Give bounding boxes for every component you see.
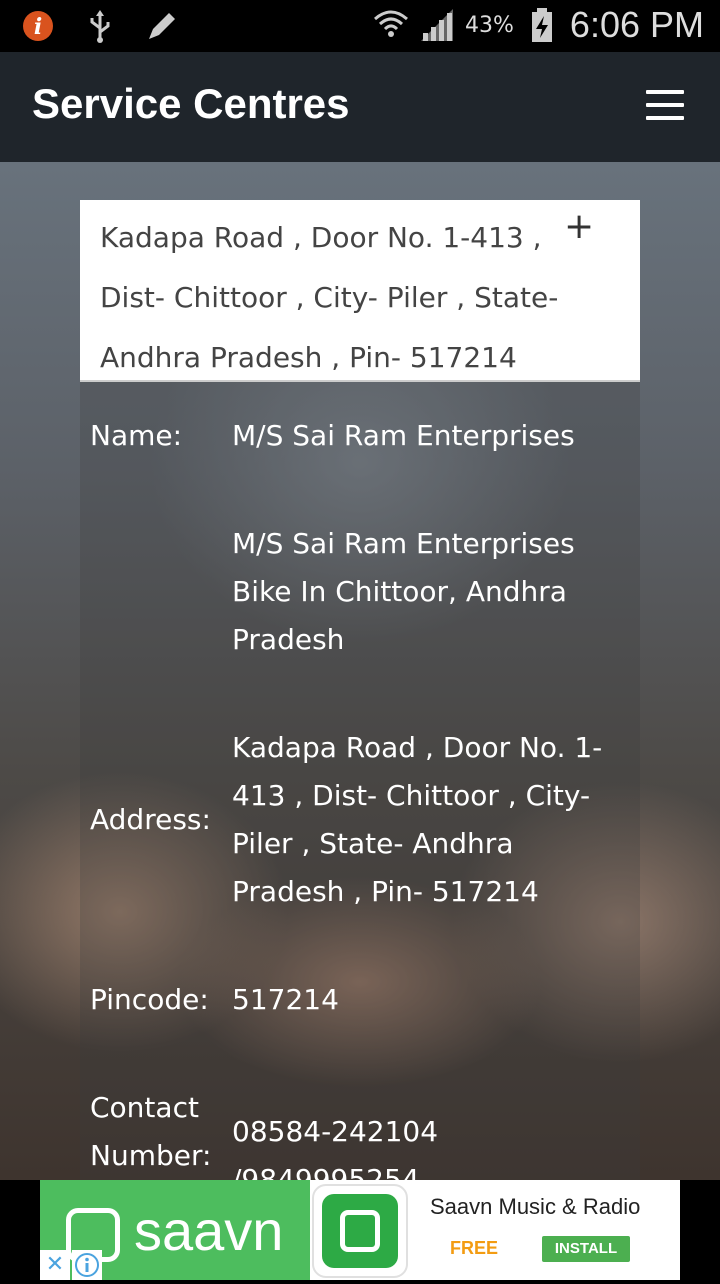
hamburger-menu-icon[interactable] <box>646 90 684 120</box>
ad-price: FREE <box>450 1238 499 1258</box>
accordion-header-text: Kadapa Road , Door No. 1-413 , Dist- Chi… <box>100 221 559 374</box>
ad-info-icon[interactable] <box>72 1250 102 1280</box>
ad-banner: saavn Saavn Music & Radio FREE INSTALL <box>0 1180 720 1280</box>
clock: 6:06 PM <box>569 4 704 45</box>
service-centre-accordion-header[interactable]: Kadapa Road , Door No. 1-413 , Dist- Chi… <box>80 200 640 382</box>
page-title: Service Centres <box>32 80 350 127</box>
pincode-label: Pincode: <box>90 983 209 1016</box>
address-label: Address: <box>90 803 211 836</box>
ad-brand-text: saavn <box>134 1199 284 1262</box>
wifi-icon <box>373 5 409 45</box>
description-value: M/S Sai Ram Enterprises Bike In Chittoor… <box>232 527 575 656</box>
ad-close-icon[interactable]: ✕ <box>40 1250 70 1280</box>
battery-charging-icon <box>524 5 560 45</box>
expand-icon[interactable]: + <box>564 206 594 247</box>
name-value: M/S Sai Ram Enterprises <box>232 419 575 452</box>
ad-content[interactable]: saavn Saavn Music & Radio FREE INSTALL <box>40 1180 680 1280</box>
pincode-value: 517214 <box>232 983 339 1016</box>
ad-install-button[interactable]: INSTALL <box>542 1236 630 1262</box>
signal-icon <box>419 5 455 45</box>
name-label: Name: <box>90 419 183 452</box>
battery-percent: 43% <box>465 12 514 38</box>
ad-title: Saavn Music & Radio <box>430 1194 641 1219</box>
usb-icon <box>82 6 118 46</box>
saavn-app-icon <box>312 1184 408 1278</box>
status-bar: i 43% 6:06 PM <box>0 0 720 52</box>
edit-icon <box>144 6 180 46</box>
contact-label: Contact Number: <box>90 1091 212 1172</box>
app-bar: Service Centres <box>0 52 720 162</box>
svg-text:i: i <box>34 14 42 40</box>
address-value: Kadapa Road , Door No. 1-413 , Dist- Chi… <box>232 731 603 908</box>
app-notification-icon: i <box>20 6 56 46</box>
